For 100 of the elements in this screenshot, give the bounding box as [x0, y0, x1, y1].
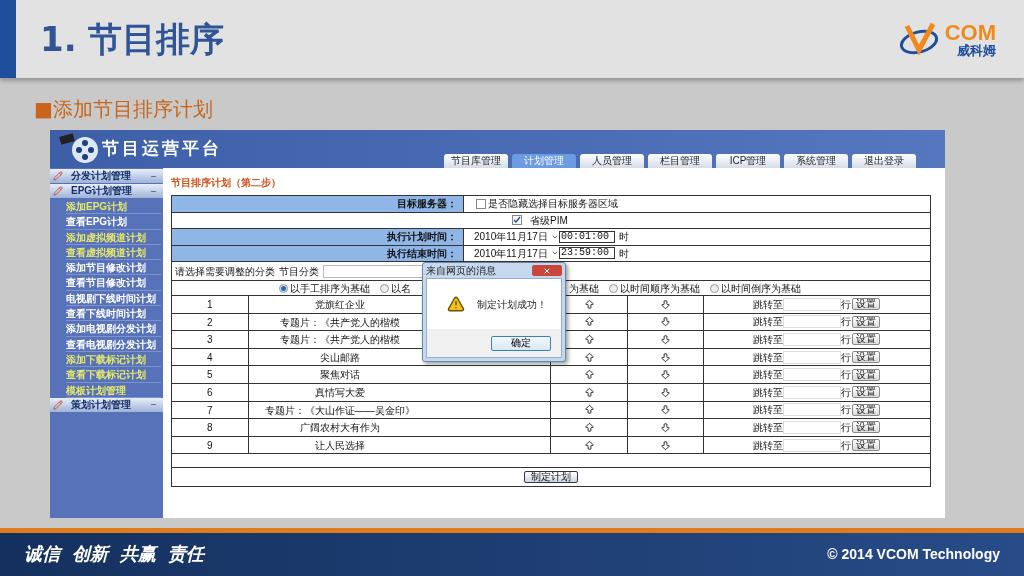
group-label: 策划计划管理: [71, 399, 131, 410]
move-up-icon[interactable]: [583, 386, 595, 398]
sidebar-item[interactable]: 添加虚拟频道计划: [66, 229, 161, 245]
move-down-icon[interactable]: [660, 298, 671, 310]
move-up-icon[interactable]: [583, 316, 595, 328]
table-cell: 让人民选择: [249, 436, 551, 454]
move-down-icon[interactable]: [660, 421, 671, 433]
move-down-icon[interactable]: [660, 316, 671, 328]
time-field[interactable]: 00:01:00: [559, 230, 615, 243]
row-field[interactable]: [783, 420, 841, 434]
move-up-icon[interactable]: [583, 404, 595, 416]
nav-tab[interactable]: 栏目管理: [648, 154, 712, 168]
row-field[interactable]: [783, 315, 841, 329]
checkbox[interactable]: [512, 215, 522, 226]
radio-label: 以手工排序为基础: [290, 281, 370, 296]
set-button[interactable]: 设置: [852, 403, 880, 416]
unit-label: 时: [619, 230, 629, 245]
group-label: 分发计划管理: [71, 171, 131, 181]
sidebar-group[interactable]: 分发计划管理: [50, 169, 163, 183]
jump-label: 跳转至: [753, 315, 783, 330]
sidebar-item[interactable]: 添加节目修改计划: [66, 260, 161, 276]
set-button[interactable]: 设置: [852, 421, 880, 434]
set-button[interactable]: 设置: [852, 439, 880, 452]
move-down-icon[interactable]: [660, 439, 671, 451]
sidebar-item[interactable]: 查看下线时间计划: [66, 306, 161, 322]
row-field[interactable]: [783, 368, 841, 382]
row-field[interactable]: [783, 333, 841, 346]
checkbox[interactable]: [476, 198, 486, 209]
unit-label: 行: [841, 403, 851, 418]
radio-button[interactable]: [380, 283, 389, 293]
row-field[interactable]: [783, 438, 841, 452]
sidebar-item[interactable]: 添加下载标记计划: [66, 351, 161, 368]
set-button[interactable]: 设置: [852, 386, 880, 399]
sidebar-item[interactable]: 模板计划管理: [66, 382, 161, 398]
row-field[interactable]: [783, 297, 841, 311]
time-field[interactable]: 23:59:00: [559, 247, 615, 260]
nav-tab[interactable]: 节目库管理: [444, 154, 508, 168]
nav-tab[interactable]: 人员管理: [580, 154, 644, 168]
row-field[interactable]: [783, 403, 841, 417]
radio-button[interactable]: [609, 283, 618, 293]
move-up-icon[interactable]: [583, 439, 595, 451]
sidebar-group[interactable]: EPG计划管理: [50, 184, 163, 198]
pencil-icon: [53, 186, 63, 196]
set-button[interactable]: 设置: [852, 333, 880, 346]
pencil-icon: [53, 399, 63, 410]
logo-text: COM: [944, 21, 996, 44]
dialog-message: 制定计划成功！: [477, 297, 547, 312]
pencil-icon: [53, 171, 63, 181]
sidebar-item[interactable]: 查看下载标记计划: [66, 367, 161, 383]
set-button[interactable]: 设置: [852, 368, 880, 381]
nav-tab[interactable]: 系统管理: [784, 154, 848, 168]
page-title: 节目排序计划（第二步）: [171, 176, 282, 190]
set-button[interactable]: 设置: [852, 298, 880, 311]
move-up-icon[interactable]: [583, 351, 595, 363]
move-up-icon[interactable]: [583, 369, 595, 381]
move-up-icon[interactable]: [583, 298, 595, 310]
date-dropdown[interactable]: 2010年11月17日: [474, 230, 559, 244]
move-down-icon[interactable]: [660, 369, 671, 381]
move-down-icon[interactable]: [660, 351, 671, 363]
sidebar-item[interactable]: 查看虚拟频道计划: [66, 244, 161, 261]
field-label: 节目分类: [279, 264, 319, 279]
unit-label: 行: [841, 333, 851, 347]
radio-label: 为基础: [569, 281, 599, 296]
submit-button[interactable]: 制定计划: [524, 471, 578, 484]
move-down-icon[interactable]: [660, 404, 671, 416]
move-down-icon[interactable]: [660, 334, 671, 345]
move-up-icon[interactable]: [583, 334, 595, 345]
row-field[interactable]: [783, 385, 841, 399]
sidebar-item[interactable]: 添加EPG计划: [66, 199, 161, 215]
category-field[interactable]: [323, 264, 423, 278]
table-cell: 9: [172, 436, 249, 454]
nav-tab[interactable]: 退出登录: [852, 154, 916, 168]
table-cell: 5: [172, 366, 249, 383]
set-button[interactable]: 设置: [852, 351, 880, 364]
category-label: 请选择需要调整的分类: [175, 264, 275, 279]
radio-label: 以名: [391, 281, 411, 296]
ok-button[interactable]: 确定: [491, 335, 551, 351]
close-button[interactable]: [532, 265, 562, 276]
jump-label: 跳转至: [753, 438, 783, 453]
radio-button[interactable]: [710, 283, 719, 293]
radio-button[interactable]: [279, 283, 288, 293]
row-field[interactable]: [783, 350, 841, 364]
logo-subtitle: 威科姆: [957, 43, 996, 57]
sidebar-item[interactable]: 查看电视剧分发计划: [66, 336, 161, 352]
move-up-icon[interactable]: [583, 421, 595, 433]
sidebar-item[interactable]: 添加电视剧分发计划: [66, 321, 161, 337]
move-down-icon[interactable]: [660, 386, 671, 398]
jump-label: 跳转至: [753, 333, 783, 347]
table-cell: 3: [172, 331, 249, 348]
nav-tab[interactable]: ICP管理: [716, 154, 780, 168]
checkbox-label: 是否隐藏选择目标服务器区域: [488, 197, 618, 212]
unit-label: 行: [841, 315, 851, 330]
bullet-heading: ■添加节目排序计划: [34, 96, 214, 122]
set-button[interactable]: 设置: [852, 315, 880, 328]
film-reel-icon: [58, 132, 100, 166]
sidebar-item[interactable]: 电视剧下线时间计划: [66, 290, 161, 307]
date-dropdown[interactable]: 2010年11月17日: [474, 246, 559, 260]
sidebar-item[interactable]: 查看EPG计划: [66, 214, 161, 230]
sidebar-item[interactable]: 查看节目修改计划: [66, 275, 161, 291]
table-cell: 6: [172, 383, 249, 401]
